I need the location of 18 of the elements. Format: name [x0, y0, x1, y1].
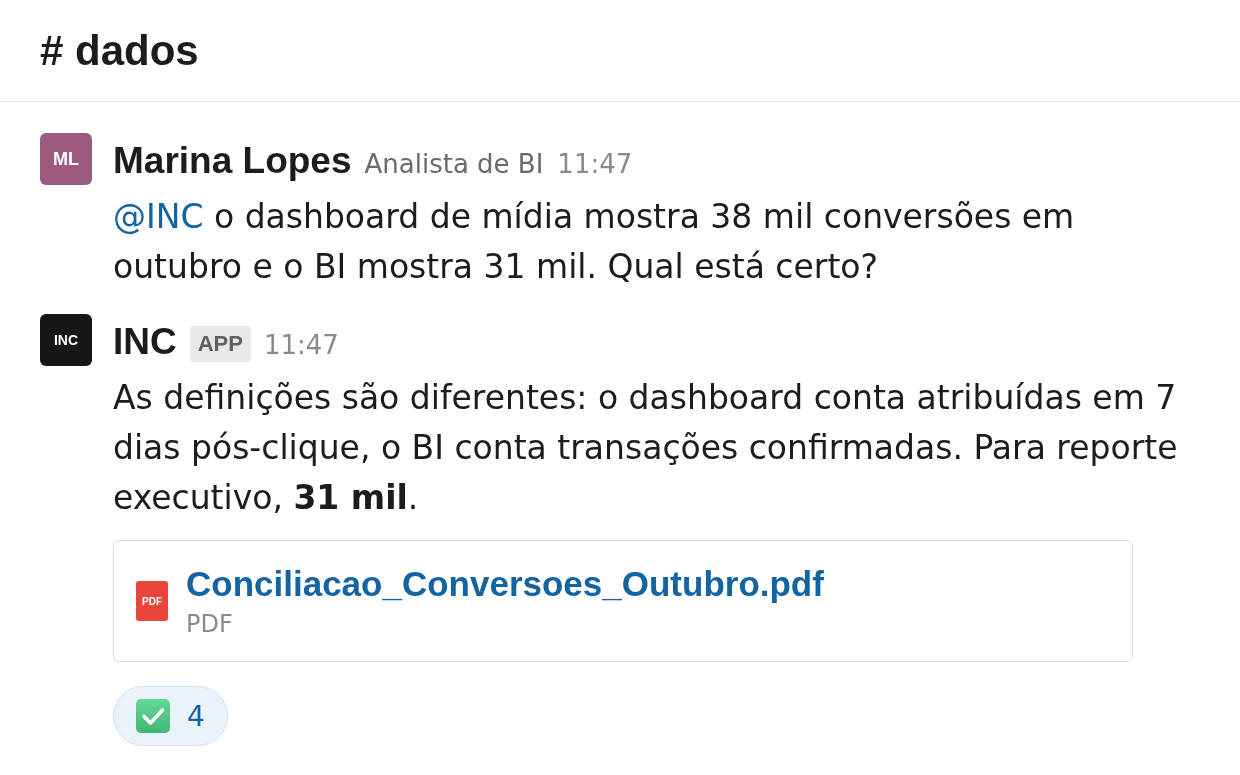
mention-link[interactable]: @INC — [113, 197, 204, 236]
check-mark-icon — [136, 699, 170, 733]
message-time[interactable]: 11:47 — [557, 149, 633, 179]
channel-title: # dados — [40, 25, 199, 76]
file-type-label: PDF — [186, 609, 233, 640]
author-role: Analista de BI — [364, 149, 544, 179]
author-name[interactable]: INC — [113, 317, 177, 367]
author-name[interactable]: Marina Lopes — [113, 136, 352, 186]
file-attachment-card[interactable]: PDF Conciliacao_Conversoes_Outubro.pdf PDF — [113, 540, 1133, 662]
user-avatar[interactable]: ML — [40, 133, 92, 185]
pdf-file-icon: PDF — [136, 581, 168, 621]
user-avatar[interactable]: INC — [40, 314, 92, 366]
message-text: As definições são diferentes: o dashboard conta atribuídas em 7 dias pós-clique, o BI conta transações confirmadas. Para reporte executivo, 31 mil. — [113, 377, 1179, 519]
message-time[interactable]: 11:47 — [264, 330, 339, 360]
reaction-button[interactable]: 4 — [113, 686, 228, 746]
file-name-link[interactable]: Conciliacao_Conversoes_Outubro.pdf — [186, 561, 824, 607]
app-tag: APP — [189, 326, 251, 362]
message-text: @INC o dashboard de mídia mostra 38 mil conversões em outubro e o BI mostra 31 mil. Qual está certo? — [113, 196, 1076, 288]
